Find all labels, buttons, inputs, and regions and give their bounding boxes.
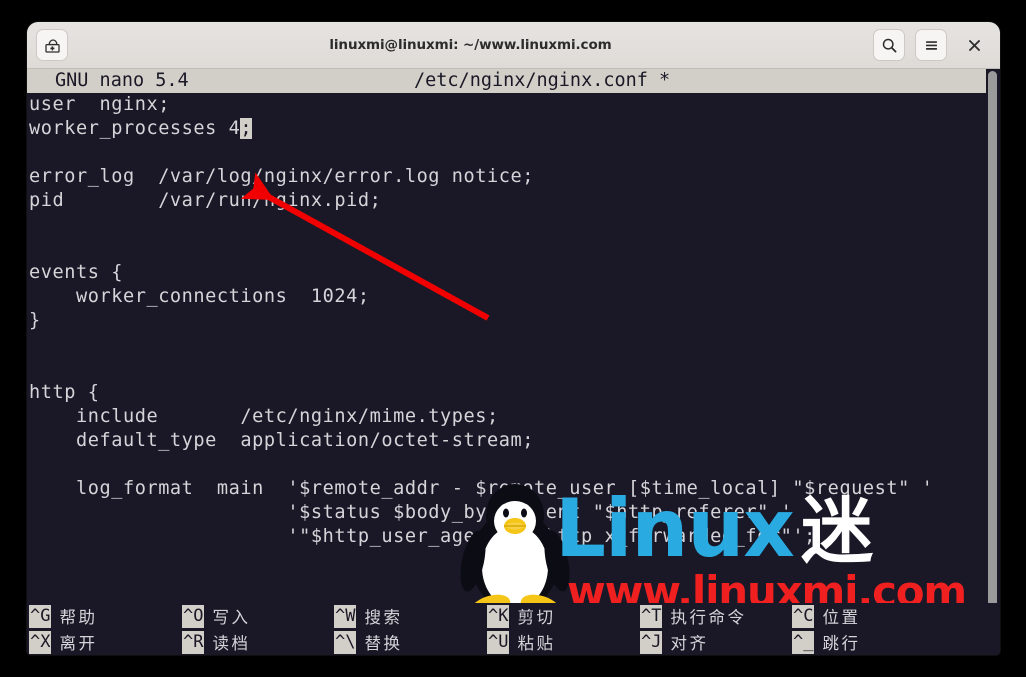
- code-line: http {: [29, 382, 100, 403]
- code-line: }: [29, 310, 41, 331]
- shortcut-K-剪切[interactable]: ^K 剪切: [487, 603, 555, 629]
- code-line: '"$http_user_agent" "$http_x_forwarded_f…: [29, 526, 816, 547]
- terminal-body[interactable]: GNU nano 5.4 /etc/nginx/nginx.conf * use…: [27, 69, 1000, 655]
- shortcut-key: ^U: [487, 630, 510, 654]
- shortcut-label: 执行命令: [670, 608, 747, 627]
- shortcut-key: ^K: [487, 604, 510, 628]
- screen-root: linuxmi@linuxmi: ~/www.linuxmi.com GNU n…: [0, 0, 1026, 677]
- shortcut-label: 对齐: [670, 634, 709, 653]
- shortcut-label: 搜索: [364, 608, 403, 627]
- close-button[interactable]: [961, 32, 987, 58]
- hamburger-menu-icon: [925, 40, 937, 50]
- shortcut-row-bottom: ^X 离开 ^R 读档 ^\ 替换 ^U 粘贴 ^J 对齐 ^_ 跳行: [27, 629, 1000, 655]
- window-title: linuxmi@linuxmi: ~/www.linuxmi.com: [329, 37, 612, 53]
- shortcut-key: ^R: [182, 630, 205, 654]
- shortcut-key: ^C: [792, 604, 815, 628]
- shortcut-C-位置[interactable]: ^C 位置: [792, 603, 860, 629]
- shortcut-O-写入[interactable]: ^O 写入: [182, 603, 250, 629]
- shortcut-key: ^J: [640, 630, 663, 654]
- nano-version-label: GNU nano 5.4: [55, 70, 189, 91]
- shortcut-key: ^W: [334, 604, 357, 628]
- code-line-with-cursor: worker_processes 4;: [29, 117, 253, 141]
- shortcut-key: ^\: [334, 630, 357, 654]
- shortcut-label: 写入: [212, 608, 251, 627]
- shortcut-label: 跳行: [822, 634, 861, 653]
- terminal-window: linuxmi@linuxmi: ~/www.linuxmi.com GNU n…: [27, 22, 1000, 655]
- shortcut-X-离开[interactable]: ^X 离开: [29, 629, 97, 655]
- close-icon: [968, 39, 980, 51]
- new-tab-icon: [44, 38, 60, 53]
- shortcut-label: 帮助: [59, 608, 98, 627]
- shortcut-G-帮助[interactable]: ^G 帮助: [29, 603, 97, 629]
- shortcut-U-粘贴[interactable]: ^U 粘贴: [487, 629, 555, 655]
- search-button[interactable]: [873, 29, 905, 61]
- titlebar-left-group: [36, 29, 68, 61]
- shortcut-label: 粘贴: [517, 634, 556, 653]
- code-line: user nginx;: [29, 94, 170, 115]
- code-line: events {: [29, 262, 123, 283]
- shortcut-W-搜索[interactable]: ^W 搜索: [334, 603, 402, 629]
- shortcut-key: ^O: [182, 604, 205, 628]
- shortcut-T-执行命令[interactable]: ^T 执行命令: [640, 603, 746, 629]
- shortcut-label: 替换: [364, 634, 403, 653]
- shortcut-key: ^X: [29, 630, 52, 654]
- nano-filename-label: /etc/nginx/nginx.conf *: [414, 70, 671, 91]
- shortcut--跳行[interactable]: ^_ 跳行: [792, 629, 860, 655]
- shortcut-label: 剪切: [517, 608, 556, 627]
- code-line: default_type application/octet-stream;: [29, 430, 535, 451]
- titlebar-right-group: [873, 29, 991, 61]
- nano-shortcut-bar: ^G 帮助 ^O 写入 ^W 搜索 ^K 剪切 ^T 执行命令 ^C 位置 ^X 离开 ^R 读档 ^\ 替换 ^…: [27, 603, 1000, 655]
- shortcut-key: ^_: [792, 630, 815, 654]
- code-line: include /etc/nginx/mime.types;: [29, 406, 499, 427]
- code-line: error_log /var/log/nginx/error.log notic…: [29, 166, 535, 187]
- code-line: log_format main '$remote_addr - $remote_…: [29, 478, 934, 499]
- shortcut-label: 离开: [59, 634, 98, 653]
- nano-editor-area[interactable]: user nginx; worker_processes 4; error_lo…: [27, 93, 1000, 655]
- menu-button[interactable]: [915, 29, 947, 61]
- code-line: worker_connections 1024;: [29, 286, 370, 307]
- search-icon: [882, 38, 897, 53]
- shortcut-label: 位置: [822, 608, 861, 627]
- shortcut-row-top: ^G 帮助 ^O 写入 ^W 搜索 ^K 剪切 ^T 执行命令 ^C 位置: [27, 603, 1000, 629]
- shortcut-key: ^T: [640, 604, 663, 628]
- terminal-scrollbar-track[interactable]: [986, 69, 1000, 655]
- shortcut-key: ^G: [29, 604, 52, 628]
- new-tab-button[interactable]: [36, 29, 68, 61]
- shortcut--替换[interactable]: ^\ 替换: [334, 629, 402, 655]
- shortcut-J-对齐[interactable]: ^J 对齐: [640, 629, 708, 655]
- code-line: pid /var/run/nginx.pid;: [29, 190, 382, 211]
- code-line-text: worker_processes 4: [29, 118, 241, 139]
- window-titlebar: linuxmi@linuxmi: ~/www.linuxmi.com: [27, 22, 1000, 69]
- terminal-scrollbar-thumb[interactable]: [988, 71, 997, 641]
- shortcut-label: 读档: [212, 634, 251, 653]
- code-line: '$status $body_bytes_sent "$http_referer…: [29, 502, 793, 523]
- shortcut-R-读档[interactable]: ^R 读档: [182, 629, 250, 655]
- text-cursor: ;: [240, 118, 253, 139]
- nano-title-bar: GNU nano 5.4 /etc/nginx/nginx.conf *: [27, 69, 1000, 93]
